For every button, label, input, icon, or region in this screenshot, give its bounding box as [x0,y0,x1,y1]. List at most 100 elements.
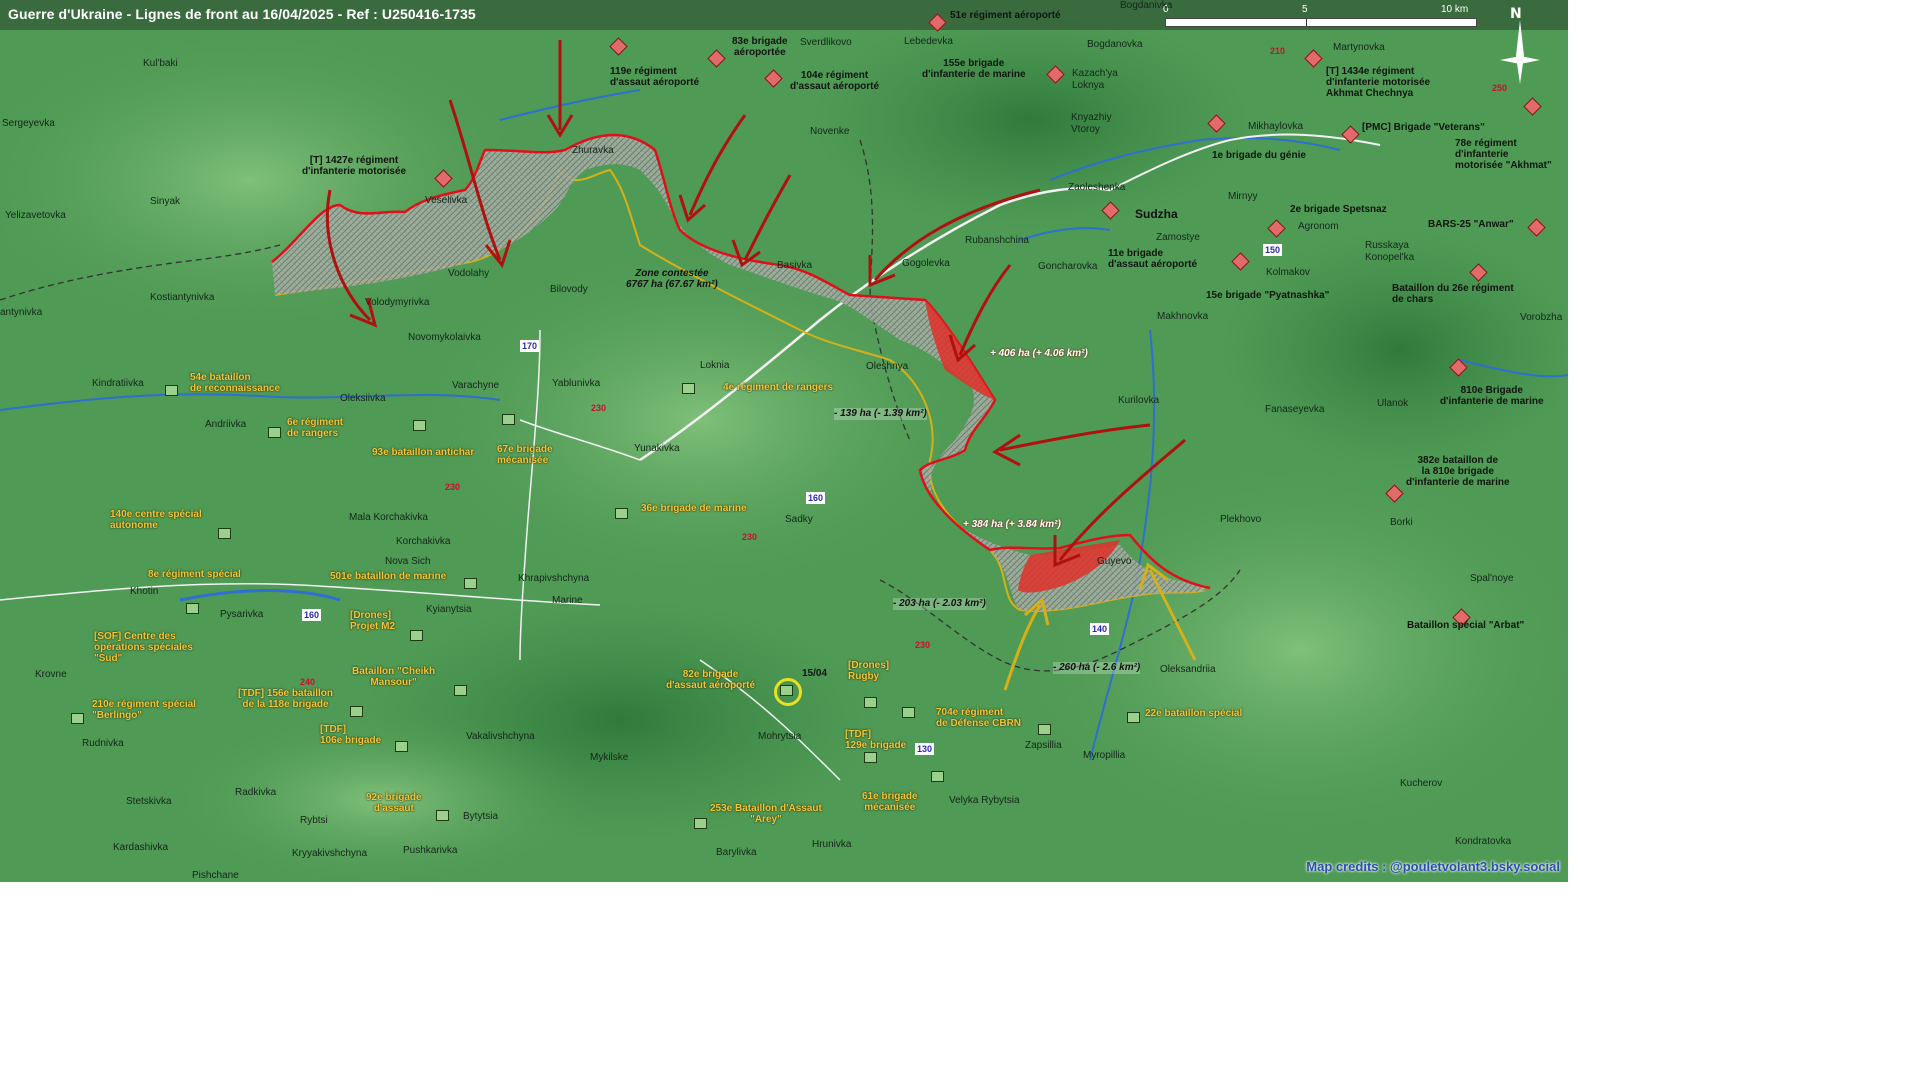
place-label: Kindratiivka [92,378,144,389]
ua-unit-label: 22e bataillon spécial [1145,708,1243,719]
ua-unit-symbol[interactable] [694,818,707,829]
place-label: Zapsillia [1025,740,1062,751]
place-label: Hrunivka [812,839,852,850]
road-number: 240 [300,677,316,687]
ua-unit-symbol[interactable] [864,752,877,763]
gain-label: + 406 ha (+ 4.06 km²) [990,348,1088,359]
loss-label: - 260 ha (- 2.6 km²) [1053,662,1141,674]
ua-unit-symbol[interactable] [1127,712,1140,723]
place-label: Borki [1390,517,1413,528]
place-label: Bogdanivka [1120,0,1173,11]
place-label: Vakalivshchyna [466,731,535,742]
place-label: Sinyak [150,196,181,207]
ua-unit-symbol[interactable] [464,578,477,589]
place-label: Rybtsi [300,815,328,826]
ua-unit-symbol[interactable] [71,713,84,724]
ua-unit-symbol[interactable] [395,741,408,752]
place-label: Mykilske [590,752,629,763]
place-label: Zaoleshenka [1068,182,1126,193]
place-label: Kostiantynivka [150,292,215,303]
ua-unit-label: 92e brigade d'assaut [366,792,422,814]
town-label-sudzha: Sudzha [1135,207,1178,221]
ru-unit-label: 104e régiment d'assaut aéroporté [790,70,880,92]
place-label: Volodymyrivka [365,297,430,308]
road-number: 170 [520,340,540,352]
place-label: Myropillia [1083,750,1126,761]
ru-unit-label: [T] 1434e régiment d'infanterie motorisé… [1326,66,1431,99]
place-label: Fanaseyevka [1265,404,1325,415]
place-label: Kazach'ya Loknya [1072,68,1118,91]
ua-unit-symbol[interactable] [931,771,944,782]
place-label: Russkaya Konopel'ka [1365,240,1415,263]
ru-unit-label: 2e brigade Spetsnaz [1290,204,1387,215]
ua-unit-symbol[interactable] [902,707,915,718]
place-label: Mala Korchakivka [349,512,428,523]
place-label: Yablunivka [552,378,601,389]
ua-unit-symbol[interactable] [864,697,877,708]
place-label: Lebedevka [904,36,953,47]
place-label: Oleksiivka [340,393,386,404]
ua-unit-label: 67e brigade mécanisée [497,444,553,466]
place-label: Kurilovka [1118,395,1160,406]
place-label: Kryyakivshchyna [292,848,368,859]
ua-unit-symbol[interactable] [502,414,515,425]
place-label: Spal'noye [1470,573,1514,584]
place-label: antynivka [0,307,43,318]
ru-unit-label: [PMC] Brigade "Veterans" [1362,122,1485,133]
place-label: Rudnivka [82,738,124,749]
ru-unit-label: 810e Brigade d'infanterie de marine [1440,385,1544,407]
road-number: 160 [806,492,826,504]
contested-zone-label: Zone contestée 6767 ha (67.67 km²) [626,268,718,290]
ua-unit-symbol[interactable] [454,685,467,696]
ua-unit-symbol[interactable] [186,603,199,614]
place-label: Plekhovo [1220,514,1262,525]
ru-unit-label: 78e régiment d'infanterie motorisée "Akh… [1455,138,1552,171]
north-arrow: N [1500,6,1540,86]
ua-unit-label: [TDF] 106e brigade [320,724,382,746]
ua-unit-symbol[interactable] [615,508,628,519]
map-credits[interactable]: Map credits : @pouletvolant3.bsky.social [1306,859,1560,874]
ua-unit-symbol[interactable] [410,630,423,641]
place-label: Mirnyy [1228,191,1258,202]
ua-unit-symbol[interactable] [268,427,281,438]
place-label: Oleksandriia [1160,664,1216,675]
ru-unit-label: 11e brigade d'assaut aéroporté [1108,248,1198,270]
place-label: Mikhaylovka [1248,121,1304,132]
ua-unit-symbol[interactable] [413,420,426,431]
place-label: Andriivka [205,419,247,430]
front-line-map[interactable]: Guerre d'Ukraine - Lignes de front au 16… [0,0,1568,882]
ua-unit-label: 61e brigade mécanisée [862,791,918,813]
place-label: Kolmakov [1266,267,1310,278]
place-label: Kucherov [1400,778,1443,789]
place-label: Krovne [35,669,67,680]
place-label: Basivka [777,260,813,271]
place-label: Novomykolaivka [408,332,481,343]
place-label: Stetskivka [126,796,172,807]
place-label: Knyazhiy Vtoroy [1071,112,1112,135]
place-label: Barylivka [716,847,757,858]
place-label: Oleshnya [866,361,909,372]
place-label: Rubanshchina [965,235,1029,246]
ua-unit-label: 8e régiment spécial [148,569,241,580]
place-label: Loknia [700,360,730,371]
ua-unit-label: 54e bataillon de reconnaissance [190,372,281,394]
ru-unit-label: 83e brigade aéroportée [732,36,788,58]
ua-unit-symbol[interactable] [165,385,178,396]
gain-label: + 384 ha (+ 3.84 km²) [963,519,1061,530]
place-label: Agronom [1298,221,1339,232]
place-label: Guyevo [1097,556,1132,567]
place-label: Yunakivka [634,443,680,454]
ua-unit-symbol[interactable] [218,528,231,539]
scale-label-5: 5 [1302,4,1308,15]
loss-label: - 139 ha (- 1.39 km²) [834,408,927,420]
ua-unit-symbol[interactable] [1038,724,1051,735]
place-label: Nova Sich [385,556,431,567]
ua-unit-symbol[interactable] [436,810,449,821]
ru-unit-label: Bataillon spécial "Arbat" [1407,620,1525,631]
place-label: Goncharovka [1038,261,1098,272]
place-label: Velyka Rybytsia [949,795,1020,806]
place-label: Ulanok [1377,398,1409,409]
ua-unit-symbol[interactable] [682,383,695,394]
place-label: Kondratovka [1455,836,1512,847]
ua-unit-symbol[interactable] [350,706,363,717]
